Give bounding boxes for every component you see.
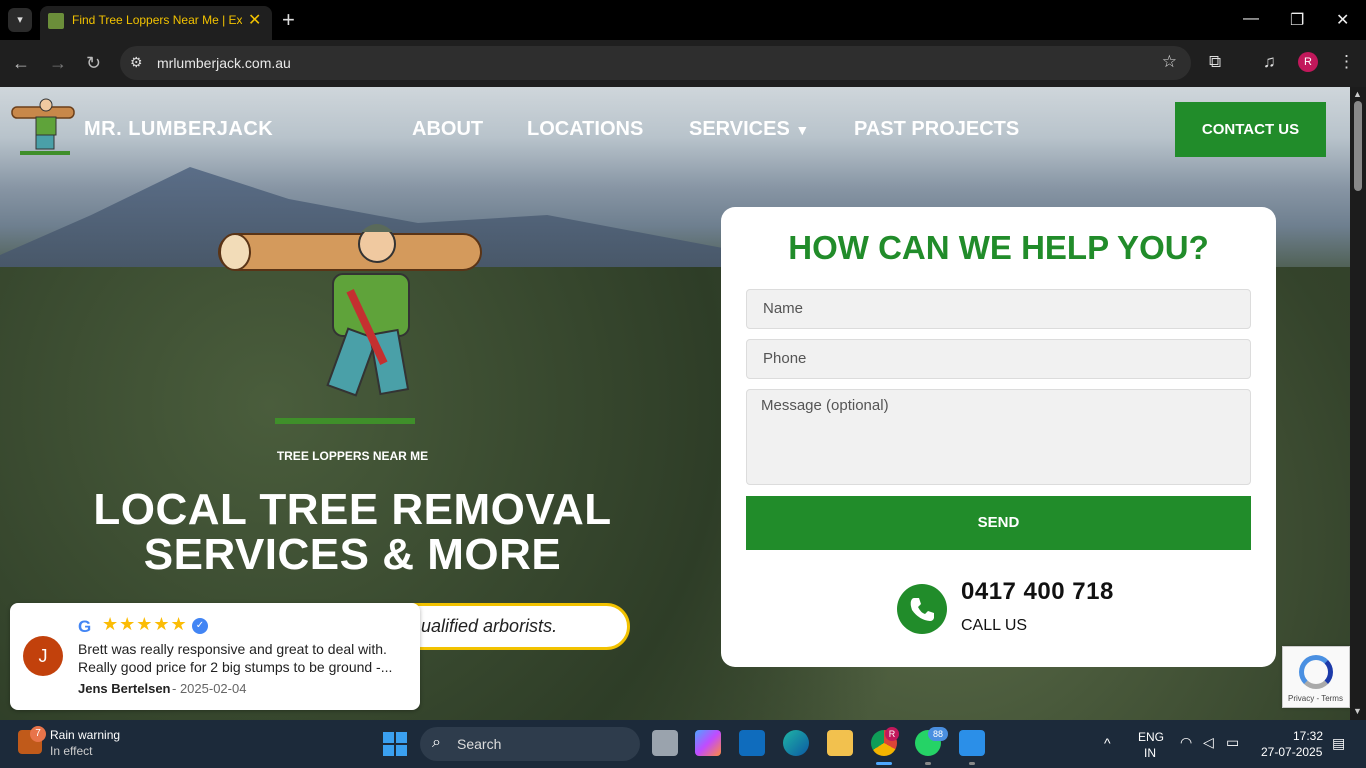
back-button[interactable]: ←	[12, 53, 30, 74]
google-g-icon: G	[78, 617, 92, 636]
clock-time[interactable]: 17:32	[1293, 729, 1323, 743]
logo-text[interactable]: MR. LUMBERJACK	[84, 118, 273, 141]
chrome-profile-badge: R	[885, 727, 899, 741]
rating-stars: ★★★★★	[102, 614, 188, 634]
close-window-button[interactable]: ✕	[1336, 10, 1349, 30]
call-us-label[interactable]: CALL US	[961, 617, 1027, 635]
form-title: HOW CAN WE HELP YOU?	[788, 229, 1209, 266]
battery-icon[interactable]: ▭	[1226, 734, 1239, 751]
lumberjack-mascot-illustration	[218, 224, 482, 424]
browser-tab-active[interactable]: Find Tree Loppers Near Me | Exp ✕	[40, 6, 272, 40]
message-textarea[interactable]: Message (optional)	[746, 389, 1251, 485]
send-button[interactable]: SEND	[746, 496, 1251, 550]
phone-input[interactable]: Phone	[746, 339, 1251, 379]
scrollbar-thumb[interactable]	[1354, 101, 1362, 191]
language-code[interactable]: ENG	[1138, 730, 1164, 744]
notifications-icon[interactable]: ▤	[1332, 735, 1345, 752]
nav-services-label: SERVICES	[689, 118, 790, 140]
chevron-down-icon: ▼	[795, 122, 810, 138]
web-page: MR. LUMBERJACK ABOUT LOCATIONS SERVICES …	[0, 87, 1350, 720]
copilot-icon[interactable]	[695, 730, 721, 756]
profile-avatar[interactable]: R	[1298, 52, 1318, 72]
reload-button[interactable]: ↻	[86, 53, 101, 74]
url-text: mrlumberjack.com.au	[157, 55, 291, 71]
search-label: Search	[457, 736, 502, 752]
hero-headline: LOCAL TREE REMOVAL SERVICES & MORE	[0, 487, 705, 577]
recaptcha-logo-icon	[1299, 655, 1333, 689]
scroll-up-icon[interactable]: ▲	[1353, 89, 1362, 99]
weather-title[interactable]: Rain warning	[50, 728, 120, 742]
nav-services[interactable]: SERVICES ▼	[689, 118, 809, 141]
weather-badge: 7	[30, 726, 46, 742]
minimize-button[interactable]: —	[1243, 10, 1259, 28]
edge-icon[interactable]	[783, 730, 809, 756]
reviewer-avatar: J	[23, 636, 63, 676]
search-icon: ⌕	[432, 734, 441, 751]
whatsapp-badge: 88	[928, 727, 948, 741]
site-favicon	[48, 13, 64, 29]
contact-us-button[interactable]: CONTACT US	[1175, 102, 1326, 157]
google-review-widget[interactable]: J G ★★★★★ ✓ Brett was really responsive …	[10, 603, 420, 710]
hero-headline-line2: SERVICES & MORE	[143, 530, 562, 579]
browser-toolbar: ← → ↻ ⚙ mrlumberjack.com.au ☆ ⧉ ♫ R ⋮	[0, 40, 1366, 87]
media-control-icon[interactable]: ♫	[1263, 52, 1276, 72]
address-bar[interactable]: ⚙ mrlumberjack.com.au ☆	[120, 46, 1191, 80]
tab-title: Find Tree Loppers Near Me | Exp	[72, 13, 242, 27]
volume-icon[interactable]: ◁	[1203, 734, 1214, 751]
browser-tab-bar: ▾ Find Tree Loppers Near Me | Exp ✕ + — …	[0, 0, 1366, 40]
restore-button[interactable]: ❐	[1290, 10, 1304, 30]
chrome-active-indicator	[876, 762, 892, 765]
hero-eyebrow: TREE LOPPERS NEAR ME	[276, 449, 429, 463]
recaptcha-links[interactable]: Privacy - Terms	[1288, 694, 1343, 703]
reviewer-name: Jens Bertelsen	[78, 681, 171, 696]
page-scrollbar[interactable]: ▲ ▼	[1350, 87, 1366, 720]
review-text: Brett was really responsive and great to…	[78, 641, 393, 675]
wifi-icon[interactable]: ◠	[1180, 734, 1192, 751]
phone-number[interactable]: 0417 400 718	[961, 578, 1114, 606]
task-view-icon[interactable]	[652, 730, 678, 756]
language-region[interactable]: IN	[1144, 746, 1156, 760]
close-tab-icon[interactable]: ✕	[248, 10, 261, 30]
site-info-icon[interactable]: ⚙	[130, 54, 143, 71]
scroll-down-icon[interactable]: ▼	[1353, 706, 1362, 716]
bookmark-star-icon[interactable]: ☆	[1162, 52, 1177, 72]
new-tab-button[interactable]: +	[282, 7, 295, 33]
show-hidden-icons-chevron[interactable]: ^	[1104, 735, 1111, 751]
chrome-menu-icon[interactable]: ⋮	[1338, 52, 1355, 72]
vscode-icon[interactable]	[959, 730, 985, 756]
verified-check-icon: ✓	[192, 618, 208, 634]
recaptcha-badge[interactable]: Privacy - Terms	[1282, 646, 1350, 708]
file-explorer-icon[interactable]	[827, 730, 853, 756]
tab-search-button[interactable]: ▾	[8, 8, 32, 32]
review-date: - 2025-02-04	[172, 681, 247, 696]
contact-form-card: HOW CAN WE HELP YOU? Name Phone Message …	[721, 207, 1276, 667]
clock-date[interactable]: 27-07-2025	[1261, 745, 1322, 759]
hero-headline-line1: LOCAL TREE REMOVAL	[93, 485, 612, 534]
outlook-icon[interactable]	[739, 730, 765, 756]
windows-taskbar: 7 Rain warning In effect ⌕ Search R 88 ^…	[0, 720, 1366, 768]
windows-start-icon[interactable]	[383, 732, 407, 756]
phone-icon[interactable]	[897, 584, 947, 634]
extensions-icon[interactable]: ⧉	[1209, 52, 1221, 72]
taskbar-search[interactable]: ⌕ Search	[420, 727, 640, 761]
forward-button[interactable]: →	[49, 53, 67, 74]
lumberjack-logo-icon[interactable]	[10, 97, 80, 159]
nav-past-projects[interactable]: PAST PROJECTS	[854, 118, 1019, 141]
vscode-indicator	[969, 762, 975, 765]
nav-about[interactable]: ABOUT	[412, 118, 483, 141]
name-input[interactable]: Name	[746, 289, 1251, 329]
nav-locations[interactable]: LOCATIONS	[527, 118, 643, 141]
whatsapp-indicator	[925, 762, 931, 765]
weather-subtitle[interactable]: In effect	[50, 744, 92, 758]
